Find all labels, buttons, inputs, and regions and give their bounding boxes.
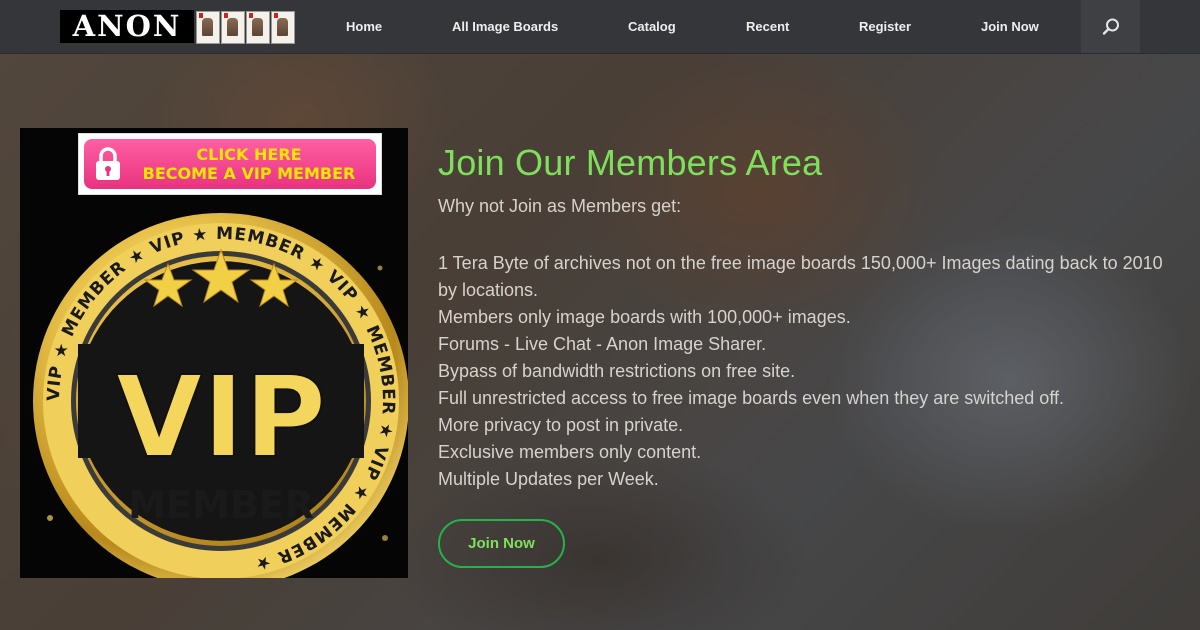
nav-all-image-boards[interactable]: All Image Boards <box>452 0 558 53</box>
nav-catalog[interactable]: Catalog <box>628 0 676 53</box>
nav-recent[interactable]: Recent <box>746 0 789 53</box>
page-title: Join Our Members Area <box>438 142 823 183</box>
benefits-list: 1 Tera Byte of archives not on the free … <box>438 250 1178 493</box>
site-logo[interactable]: ANON <box>60 10 296 44</box>
logo-wordmark: ANON <box>60 10 194 43</box>
benefit-item: Forums - Live Chat - Anon Image Sharer. <box>438 334 767 354</box>
banner-line-1: CLICK HERE <box>196 145 302 164</box>
badge-subtitle: MEMBER <box>128 483 314 527</box>
benefit-item: Bypass of bandwidth restrictions on free… <box>438 361 796 381</box>
nav-join-now[interactable]: Join Now <box>981 0 1039 53</box>
benefit-item: Full unrestricted access to free image b… <box>438 388 1064 408</box>
badge-title: VIP <box>116 353 326 483</box>
search-icon <box>1102 18 1119 35</box>
benefit-item: 1 Tera Byte of archives not on the free … <box>438 253 1163 300</box>
banner-line-2: BECOME A VIP MEMBER <box>142 164 356 183</box>
lock-icon <box>94 146 122 182</box>
benefit-item: Exclusive members only content. <box>438 442 702 462</box>
search-button[interactable] <box>1081 0 1140 53</box>
vip-member-image[interactable]: CLICK HERE BECOME A VIP MEMBER VIP ★ MEM… <box>20 128 408 578</box>
join-now-button[interactable]: Join Now <box>438 519 565 568</box>
nav-register[interactable]: Register <box>859 0 911 53</box>
nav-home[interactable]: Home <box>346 0 382 53</box>
intro-text: Why not Join as Members get: <box>438 196 682 216</box>
benefit-item: Members only image boards with 100,000+ … <box>438 307 851 327</box>
benefit-item: Multiple Updates per Week. <box>438 469 659 489</box>
playing-cards-icon <box>196 10 296 44</box>
become-vip-banner[interactable]: CLICK HERE BECOME A VIP MEMBER <box>78 133 382 195</box>
top-navigation-bar: ANON Home All Image Boards Catalog Recen… <box>0 0 1200 54</box>
vip-badge: VIP ★ MEMBER ★ VIP ★ MEMBER ★ VIP ★ MEMB… <box>33 213 408 578</box>
benefit-item: More privacy to post in private. <box>438 415 684 435</box>
